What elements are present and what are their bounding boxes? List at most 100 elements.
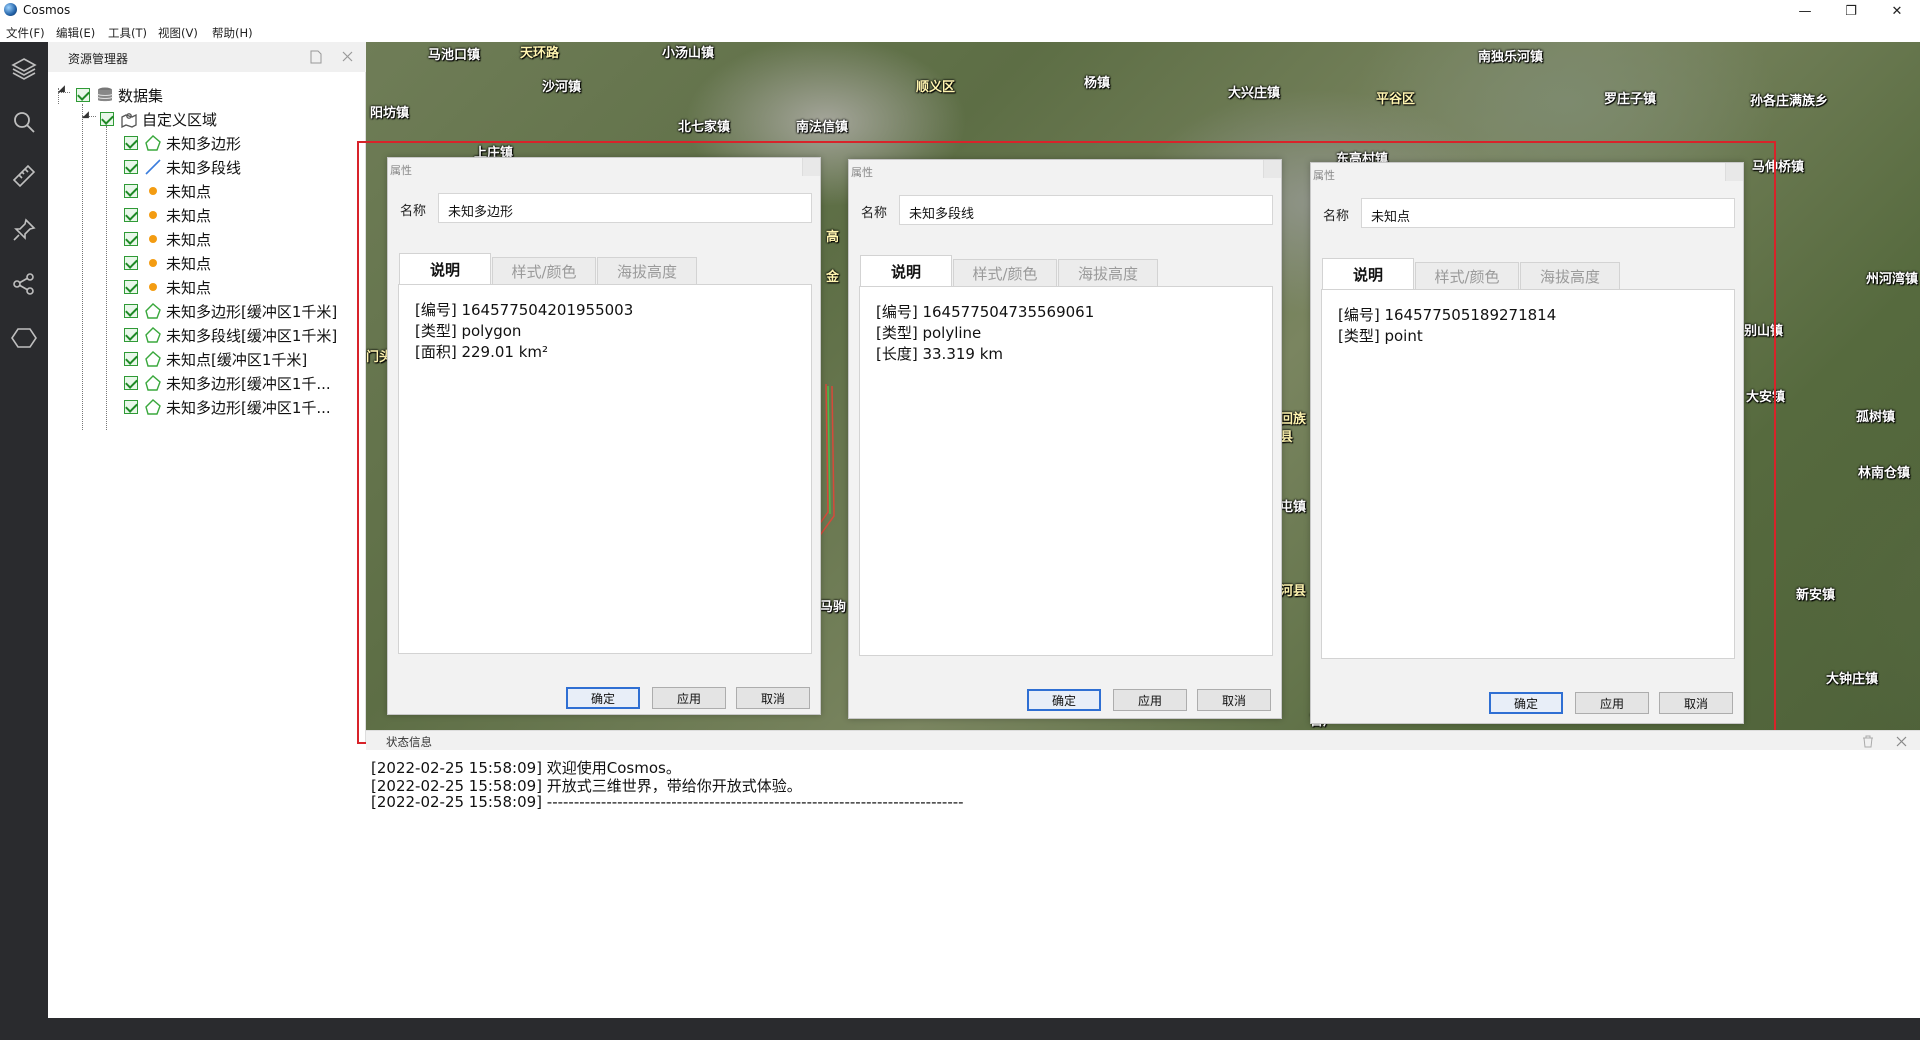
point-icon [149, 259, 157, 267]
checkbox[interactable] [124, 184, 138, 198]
menu-help[interactable]: 帮助(H) [212, 25, 253, 41]
maximize-button[interactable]: ❐ [1828, 0, 1874, 22]
highlight-frame [357, 141, 1776, 744]
map-label: 大钟庄镇 [1826, 672, 1879, 687]
tree-item[interactable]: 未知点 [124, 252, 211, 274]
globe-icon [4, 3, 17, 16]
tree-label: 未知点 [166, 182, 212, 201]
tool-sidebar [0, 42, 48, 1018]
checkbox[interactable] [124, 304, 138, 318]
checkbox[interactable] [124, 328, 138, 342]
map-label: 孙各庄满族乡 [1750, 94, 1829, 109]
map-label: 天环路 [520, 46, 560, 61]
menu-bar: 文件(F) 编辑(E) 工具(T) 视图(V) 帮助(H) [0, 22, 1920, 42]
hexagon-icon[interactable] [10, 324, 38, 352]
ruler-icon[interactable] [10, 162, 38, 190]
collapse-toggle[interactable]: ◢ [58, 84, 65, 94]
bottom-bar [0, 1018, 1920, 1040]
polygon-icon [145, 327, 161, 343]
checkbox[interactable] [76, 88, 90, 102]
map-label: 新安镇 [1796, 588, 1836, 603]
tree-item[interactable]: 未知多边形 [124, 132, 241, 154]
app-title: Cosmos [23, 3, 71, 17]
menu-edit[interactable]: 编辑(E) [56, 25, 95, 41]
tree-item[interactable]: 未知点[缓冲区1千米] [124, 348, 307, 370]
map-label: 阳坊镇 [370, 106, 410, 121]
polygon-icon [145, 375, 161, 391]
map-pin-icon [121, 113, 137, 128]
tree-item[interactable]: 未知多边形[缓冲区1千米] [124, 300, 337, 322]
checkbox[interactable] [100, 112, 114, 126]
tree-item[interactable]: 未知点 [124, 228, 211, 250]
tree-item[interactable]: 未知多边形[缓冲区1千... [124, 396, 331, 418]
tree-label: 未知多段线 [166, 158, 242, 177]
tree-item[interactable]: 未知多段线[缓冲区1千米] [124, 324, 337, 346]
polygon-icon [145, 351, 161, 367]
menu-view[interactable]: 视图(V) [158, 25, 198, 41]
map-label: 顺义区 [916, 80, 956, 95]
new-file-icon[interactable] [310, 50, 322, 64]
checkbox[interactable] [124, 160, 138, 174]
checkbox[interactable] [124, 376, 138, 390]
map-label: 罗庄子镇 [1604, 92, 1657, 107]
checkbox[interactable] [124, 208, 138, 222]
tree-label: 未知多段线[缓冲区1千米] [166, 326, 338, 345]
tree-item[interactable]: 未知多段线 [124, 156, 241, 178]
checkbox[interactable] [124, 400, 138, 414]
menu-tools[interactable]: 工具(T) [108, 25, 147, 41]
checkbox[interactable] [124, 280, 138, 294]
polygon-icon [145, 303, 161, 319]
point-icon [149, 211, 157, 219]
tree-label: 未知点 [166, 230, 212, 249]
map-label: 孤树镇 [1856, 410, 1896, 425]
tree-label: 未知多边形[缓冲区1千... [166, 398, 331, 417]
map-label: 小汤山镇 [662, 46, 715, 61]
database-icon [97, 87, 113, 102]
map-label: 南独乐河镇 [1478, 50, 1544, 65]
polygon-icon [145, 135, 161, 151]
tree-label: 未知点 [166, 206, 212, 225]
checkbox[interactable] [124, 256, 138, 270]
point-icon [149, 283, 157, 291]
collapse-toggle[interactable]: ◢ [82, 110, 89, 120]
map-label: 北七家镇 [678, 120, 731, 135]
log-output: [2022-02-25 15:58:09] 欢迎使用Cosmos。 [2022-… [366, 750, 1920, 1018]
map-label: 平谷区 [1376, 92, 1416, 107]
tree-label: 未知多边形[缓冲区1千... [166, 374, 331, 393]
close-icon[interactable] [342, 51, 353, 62]
close-icon[interactable] [1896, 736, 1907, 747]
log-line: [2022-02-25 15:58:09] ------------------… [371, 793, 964, 811]
tree-root-dataset[interactable]: 数据集 [76, 84, 163, 106]
menu-file[interactable]: 文件(F) [6, 25, 45, 41]
search-icon[interactable] [10, 108, 38, 136]
map-label: 林南仓镇 [1858, 466, 1911, 481]
tree-item[interactable]: 未知点 [124, 204, 211, 226]
tree-label: 未知点[缓冲区1千米] [166, 350, 308, 369]
map-label: 大兴庄镇 [1228, 86, 1281, 101]
map-label: 马池口镇 [428, 48, 481, 63]
pin-icon[interactable] [10, 216, 38, 244]
checkbox[interactable] [124, 232, 138, 246]
checkbox[interactable] [124, 352, 138, 366]
map-label: 州河湾镇 [1866, 272, 1919, 287]
point-icon [149, 187, 157, 195]
tree-item[interactable]: 未知多边形[缓冲区1千... [124, 372, 331, 394]
title-bar: Cosmos — ❐ ✕ [0, 0, 1920, 22]
explorer-header: 资源管理器 [48, 42, 366, 72]
tree-item[interactable]: 未知点 [124, 180, 211, 202]
resource-explorer: 资源管理器 ◢ ◢ 数据集 自定义区域 未知多边形 未知多段线 未知点 未知点 … [48, 42, 366, 742]
explorer-title: 资源管理器 [68, 52, 129, 66]
status-title: 状态信息 [386, 735, 432, 749]
tree-label: 未知点 [166, 254, 212, 273]
trash-icon[interactable] [1862, 735, 1874, 748]
close-button[interactable]: ✕ [1874, 0, 1920, 22]
tree-item[interactable]: 未知点 [124, 276, 211, 298]
point-icon [149, 235, 157, 243]
minimize-button[interactable]: — [1782, 0, 1828, 22]
tree-group-custom-area[interactable]: 自定义区域 [100, 108, 217, 130]
layers-icon[interactable] [10, 54, 38, 82]
checkbox[interactable] [124, 136, 138, 150]
tree-label: 未知点 [166, 278, 212, 297]
map-label: 南法信镇 [796, 120, 849, 135]
share-icon[interactable] [10, 270, 38, 298]
